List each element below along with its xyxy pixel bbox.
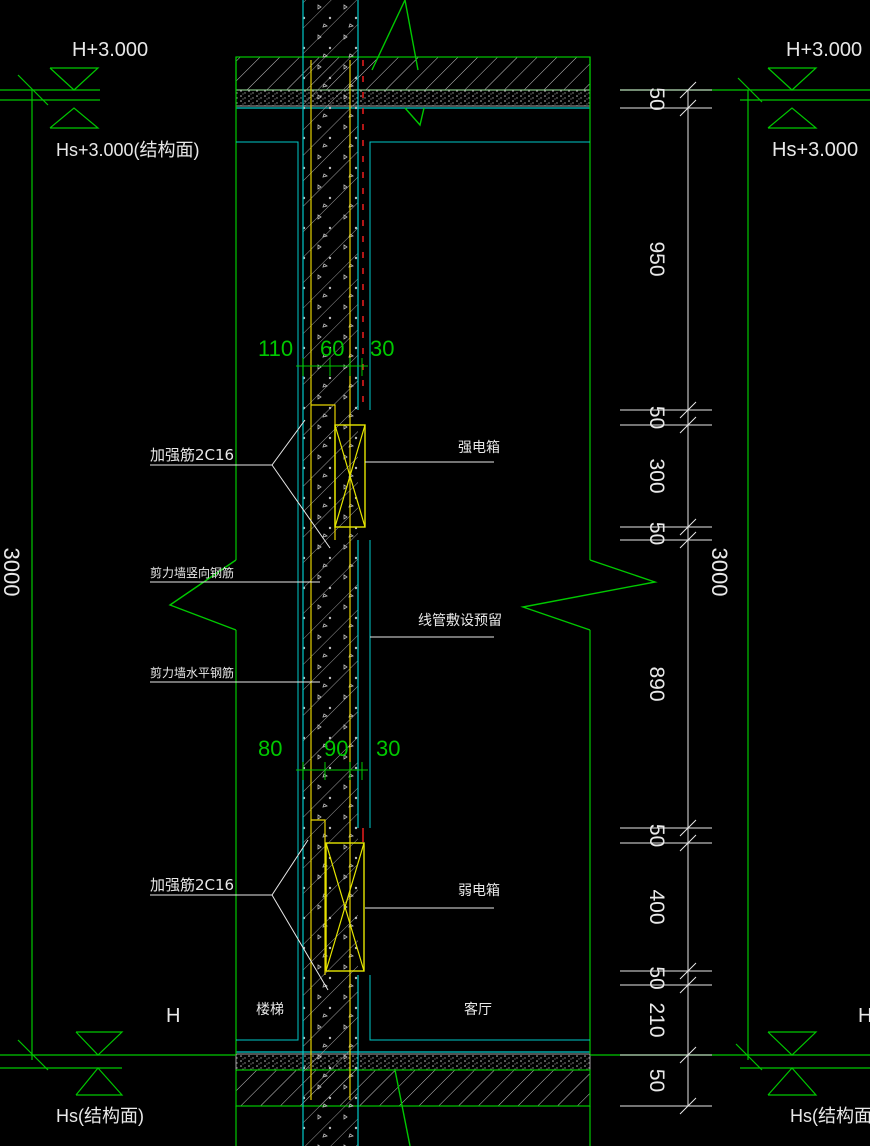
lower-width-1: 80	[258, 736, 282, 761]
right-total-dimension: 3000	[707, 548, 732, 597]
dimension-chain-label: 300	[645, 458, 668, 493]
level-top-left-struct: Hs+3.000(结构面)	[56, 140, 200, 160]
level-bottom-right-struct: Hs(结构面)	[790, 1106, 870, 1126]
vertical-rebar-label: 剪力墙竖向钢筋	[150, 565, 234, 580]
level-bottom-right: H	[858, 1005, 870, 1027]
level-top-right-struct: Hs+3.000	[772, 139, 858, 161]
dimension-chain-label: 210	[645, 1002, 668, 1037]
dimension-chain-label: 50	[645, 1069, 668, 1092]
upper-width-1: 110	[258, 336, 293, 361]
weak-box-label: 弱电箱	[458, 883, 500, 899]
strong-box-label: 强电箱	[458, 440, 500, 456]
dimension-chain-label: 50	[645, 966, 668, 989]
conduit-label: 线管敷设预留	[418, 613, 502, 629]
dimension-chain-label: 50	[645, 824, 668, 847]
upper-width-3: 30	[370, 336, 394, 361]
dimension-chain	[620, 81, 712, 1115]
level-bottom-left-struct: Hs(结构面)	[56, 1106, 144, 1126]
wall-section-drawing: H+3.000 Hs+3.000(结构面) H+3.000 Hs+3.000 H…	[0, 0, 870, 1146]
lower-width-2: 90	[324, 736, 348, 761]
shear-wall	[302, 0, 364, 1146]
room-left-label: 楼梯	[256, 1002, 284, 1018]
level-top-right: H+3.000	[786, 39, 862, 61]
level-top-left: H+3.000	[72, 39, 148, 61]
dimension-chain-label: 890	[645, 666, 668, 701]
dimension-chain-label: 50	[645, 406, 668, 429]
left-total-dimension: 3000	[0, 548, 24, 597]
dimension-chain-label: 400	[645, 889, 668, 924]
room-outline	[168, 57, 658, 1054]
bottom-slab	[235, 1051, 591, 1146]
horizontal-rebar-label: 剪力墙水平钢筋	[150, 665, 234, 680]
room-right-label: 客厅	[464, 1001, 492, 1018]
dimension-chain-label: 50	[645, 522, 668, 545]
lower-width-3: 30	[376, 736, 400, 761]
dimension-chain-label: 50	[645, 87, 668, 110]
upper-width-2: 60	[320, 336, 344, 361]
rebar-lower-label: 加强筋2C16	[150, 876, 234, 894]
dimension-chain-label: 950	[645, 241, 668, 276]
level-bottom-left: H	[166, 1005, 180, 1027]
top-slab	[235, 0, 591, 127]
rebar-upper-label: 加强筋2C16	[150, 446, 234, 464]
